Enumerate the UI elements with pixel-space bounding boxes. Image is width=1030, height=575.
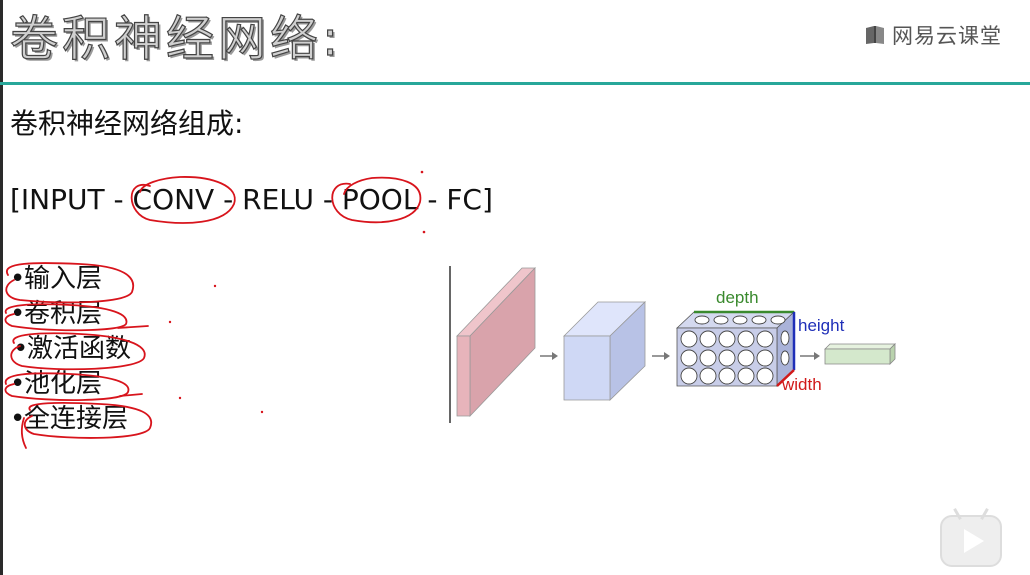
list-item: •全连接层 [10,402,128,437]
arrow-icon [652,352,670,360]
slide-subtitle: 卷积神经网络组成: [10,107,244,140]
bullet-marker: • [10,264,26,294]
book-icon [866,26,884,44]
list-item: •卷积层 [10,297,128,332]
output-vector [824,343,896,365]
ink-dot [260,410,264,414]
window-left-border [0,0,3,575]
arrow-icon [800,352,820,360]
list-item: •池化层 [10,367,128,402]
height-label: height [798,316,845,335]
ink-dot [420,170,424,174]
list-item-label: 卷积层 [24,299,103,329]
brand-name: 网易云课堂 [892,24,1002,48]
list-item-label: 全连接层 [24,404,129,434]
list-item-label: 池化层 [24,369,103,399]
play-button[interactable] [940,508,1002,567]
arrow-icon [540,352,558,360]
ink-dot [422,230,426,234]
input-layer-slab [456,267,536,417]
list-item: •激活函数 [13,332,131,367]
cnn-architecture-formula: [INPUT - CONV - RELU - POOL - FC] [10,183,493,216]
depth-label: depth [716,288,759,307]
list-item-label: 激活函数 [27,334,132,364]
play-icon [964,529,984,553]
bullet-marker: • [13,334,29,364]
feature-volume [675,310,796,387]
slide-title: 卷积神经网络: [9,10,343,67]
title-divider [0,82,1030,85]
list-item-label: 输入层 [24,264,103,294]
bullet-marker: • [10,299,26,329]
ink-dot [168,320,172,324]
cnn-diagram: depth height width [440,258,910,433]
ink-dot [213,284,217,288]
bullet-marker: • [10,404,26,434]
layer-list: •输入层 •卷积层 •激活函数 •池化层 •全连接层 [10,262,131,437]
conv-block [563,301,646,401]
width-label: width [781,375,822,394]
bullet-marker: • [10,369,26,399]
play-button-ear [953,508,962,520]
play-button-ear [980,508,989,520]
brand-logo: 网易云课堂 [864,20,1002,50]
list-item: •输入层 [10,262,128,297]
ink-dot [178,396,182,400]
